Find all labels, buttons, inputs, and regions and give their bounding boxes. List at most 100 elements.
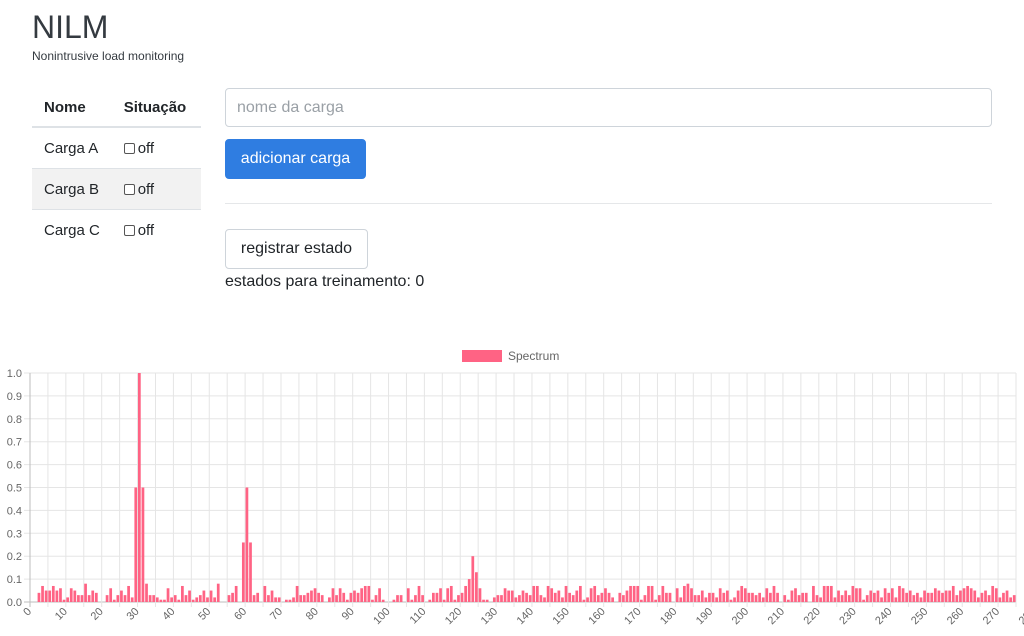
chart-bar	[263, 585, 267, 602]
chart-bar	[77, 595, 80, 602]
y-tick-label: 0.9	[7, 391, 22, 403]
chart-bar	[837, 590, 840, 602]
chart-bar	[295, 585, 299, 602]
y-tick-label: 0.2	[7, 551, 22, 563]
chart-bar	[137, 373, 141, 602]
chart-bar	[66, 597, 70, 602]
legend-label: Spectrum	[508, 349, 559, 363]
chart-bar	[356, 592, 360, 602]
chart-bar	[435, 592, 439, 602]
chart-bar	[984, 590, 987, 602]
load-state-checkbox[interactable]	[123, 183, 135, 195]
load-state-checkbox[interactable]	[123, 224, 135, 236]
x-tick-label: 250	[909, 606, 930, 627]
chart-bar	[776, 592, 779, 602]
load-state-checkbox[interactable]	[123, 142, 135, 154]
table-header-row: Nome Situação	[32, 88, 201, 128]
chart-bar	[876, 590, 880, 602]
chart-bar	[252, 595, 256, 602]
chart-bar	[342, 592, 346, 602]
chart-bar	[69, 588, 73, 602]
chart-bar	[561, 597, 564, 602]
chart-bar	[600, 592, 604, 602]
chart-bar	[449, 585, 453, 602]
spectrum-chart-svg: 0.0 0.1 0.2 0.3 0.4 0.5 0.6 0.7 0.8 0.9 1.0 0 10 20 30…	[7, 349, 1024, 627]
chart-bar	[37, 592, 41, 602]
x-tick-label: 30	[125, 606, 142, 623]
chart-bar	[270, 590, 274, 602]
chart-bar	[313, 588, 317, 602]
chart-bar	[284, 599, 288, 602]
chart-bar	[514, 597, 518, 602]
x-tick-label: 180	[658, 606, 679, 627]
chart-bar	[84, 583, 87, 602]
chart-bar	[206, 597, 209, 602]
y-tick-label: 0.3	[7, 528, 22, 540]
chart-bar	[812, 585, 815, 602]
chart-bar	[234, 585, 238, 602]
chart-bar	[446, 588, 450, 602]
chart-bar	[908, 590, 912, 602]
chart-bar	[815, 595, 819, 602]
x-tick-label: 70	[268, 606, 285, 623]
x-tick-label: 100	[371, 606, 392, 627]
chart-bar	[668, 592, 672, 602]
chart-bar	[790, 590, 794, 602]
chart-bar	[589, 588, 593, 602]
chart-bar	[629, 585, 632, 602]
chart-bar	[123, 595, 127, 602]
chart-bar	[568, 592, 571, 602]
chart-bar	[679, 597, 683, 602]
load-name-input[interactable]	[225, 88, 992, 127]
chart-bar	[442, 599, 446, 602]
chart-bar	[987, 595, 991, 602]
chart-bar	[198, 595, 202, 602]
chart-bar	[134, 487, 138, 602]
spectrum-chart: 0.0 0.1 0.2 0.3 0.4 0.5 0.6 0.7 0.8 0.9 1.0 0 10 20 30…	[0, 340, 1024, 636]
chart-bar	[91, 590, 95, 602]
chart-bar	[976, 597, 980, 602]
chart-bar	[546, 585, 550, 602]
chart-bar	[557, 590, 561, 602]
chart-bar	[457, 595, 460, 602]
chart-bar	[392, 599, 396, 602]
register-state-button[interactable]: registrar estado	[225, 229, 368, 269]
chart-bar	[661, 585, 665, 602]
chart-bar	[202, 590, 206, 602]
chart-bar	[966, 585, 969, 602]
chart-bar	[955, 595, 959, 602]
chart-bar	[994, 588, 998, 602]
chart-bar	[665, 592, 668, 602]
chart-bar	[686, 583, 690, 602]
x-tick-label: 130	[479, 606, 500, 627]
chart-bar	[345, 599, 349, 602]
chart-bar	[396, 595, 399, 602]
chart-bar	[191, 599, 195, 602]
chart-bar	[55, 590, 59, 602]
add-load-button[interactable]: adicionar carga	[225, 139, 366, 179]
chart-bar	[170, 597, 173, 602]
chart-bar	[543, 597, 546, 602]
chart-bar	[1002, 592, 1005, 602]
chart-bar	[141, 487, 145, 602]
chart-bar	[736, 590, 740, 602]
chart-bar	[639, 599, 643, 602]
chart-bar	[482, 599, 485, 602]
x-tick-label: 10	[53, 606, 70, 623]
x-tick-label: 170	[622, 606, 643, 627]
chart-bar	[432, 592, 435, 602]
page-title: NILM	[32, 9, 109, 45]
chart-bar	[650, 585, 654, 602]
chart-bar	[120, 590, 123, 602]
chart-bar	[998, 597, 1002, 602]
chart-bar	[682, 585, 686, 602]
x-tick-label: 60	[232, 606, 249, 623]
chart-bar	[177, 599, 181, 602]
chart-bar	[980, 592, 984, 602]
chart-bar	[59, 588, 62, 602]
chart-bar	[1012, 595, 1016, 602]
chart-bar	[862, 599, 865, 602]
chart-bar	[417, 585, 421, 602]
chart-bar	[288, 599, 292, 602]
legend-swatch	[462, 350, 502, 362]
